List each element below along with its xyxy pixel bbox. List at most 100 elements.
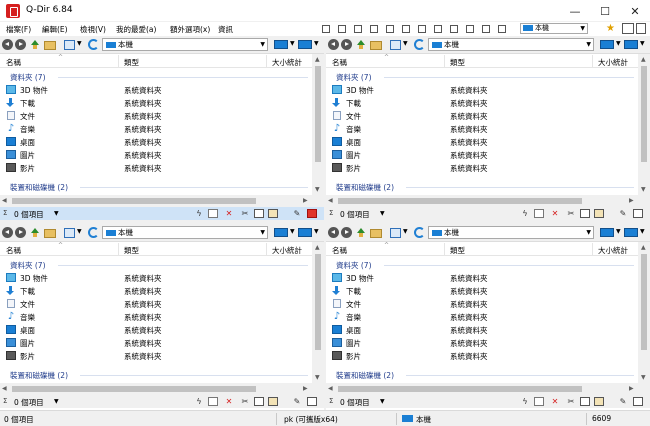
mail-icon[interactable] — [208, 397, 218, 406]
layout-9-icon[interactable] — [450, 25, 458, 33]
list-item[interactable]: 圖片 系統資料夾 — [326, 148, 638, 161]
back-icon[interactable] — [2, 227, 13, 238]
column-type[interactable]: 類型 — [450, 245, 465, 256]
horizontal-scrollbar[interactable]: ◀ ▶ — [326, 195, 638, 207]
column-size[interactable]: 大小統計 — [272, 245, 302, 256]
menu-favorites[interactable]: 我的最愛(a) — [116, 24, 156, 35]
chevron-down-icon[interactable]: ▼ — [640, 228, 645, 235]
column-separator[interactable] — [444, 55, 445, 67]
list-item[interactable]: ♪ 音樂 系統資料夾 — [326, 310, 638, 323]
list-item[interactable]: 文件 系統資料夾 — [326, 297, 638, 310]
column-size[interactable]: 大小統計 — [598, 245, 628, 256]
refresh-icon[interactable] — [88, 39, 99, 50]
list-item[interactable]: ♪ 音樂 系統資料夾 — [0, 310, 312, 323]
monitor-icon[interactable] — [274, 228, 288, 237]
chevron-down-icon[interactable]: ▼ — [616, 228, 621, 235]
chevron-down-icon[interactable]: ▼ — [380, 210, 385, 217]
lightning-icon[interactable]: ϟ — [194, 209, 204, 218]
refresh-icon[interactable] — [414, 227, 425, 238]
vertical-scrollbar[interactable]: ▲ ▼ — [638, 54, 650, 195]
monitor-icon[interactable] — [274, 40, 288, 49]
refresh-icon[interactable] — [414, 39, 425, 50]
scroll-right-icon[interactable]: ▶ — [303, 385, 308, 392]
star-icon[interactable]: ★ — [606, 23, 618, 34]
list-item[interactable]: 下載 系統資料夾 — [0, 96, 312, 109]
chevron-down-icon[interactable]: ▼ — [290, 228, 295, 235]
monitor-icon[interactable] — [624, 40, 638, 49]
paste-icon[interactable] — [594, 397, 604, 406]
sigma-icon[interactable]: Σ — [329, 397, 333, 405]
layout-4-icon[interactable] — [370, 25, 378, 33]
scroll-left-icon[interactable]: ◀ — [2, 385, 7, 392]
list-item[interactable]: 文件 系統資料夾 — [0, 297, 312, 310]
list-item[interactable]: 3D 物件 系統資料夾 — [326, 271, 638, 284]
scroll-thumb[interactable] — [315, 66, 321, 162]
layout-2-icon[interactable] — [338, 25, 346, 33]
delete-icon[interactable]: ✕ — [224, 209, 234, 218]
horizontal-scrollbar[interactable]: ◀ ▶ — [0, 383, 312, 395]
copy-icon[interactable] — [254, 397, 264, 406]
monitor-icon[interactable] — [600, 228, 614, 237]
menu-file[interactable]: 檔案(F) — [6, 24, 31, 35]
chevron-down-icon[interactable]: ▼ — [290, 40, 295, 47]
file-list[interactable]: 資料夾 (7) 3D 物件 系統資料夾 下載 系統資料夾 文件 系統資料夾 ♪ 音樂 系統… — [326, 256, 638, 383]
column-type[interactable]: 類型 — [450, 57, 465, 68]
column-separator[interactable] — [118, 243, 119, 255]
chevron-down-icon[interactable]: ▼ — [54, 398, 59, 405]
pane-toggle-icon[interactable] — [633, 397, 643, 406]
group-folders[interactable]: 資料夾 (7) — [10, 260, 46, 271]
location-select[interactable]: 本機 ▼ — [102, 226, 268, 239]
location-select[interactable]: 本機 ▼ — [428, 226, 594, 239]
maximize-button[interactable]: ☐ — [590, 0, 620, 22]
menu-view[interactable]: 檢視(V) — [80, 24, 106, 35]
list-item[interactable]: ♪ 音樂 系統資料夾 — [0, 122, 312, 135]
folder-icon[interactable] — [44, 41, 56, 50]
scroll-right-icon[interactable]: ▶ — [303, 197, 308, 204]
scroll-down-icon[interactable]: ▼ — [641, 186, 646, 193]
monitor-icon[interactable] — [298, 40, 312, 49]
pen-icon[interactable]: ✎ — [618, 397, 628, 406]
cut-icon[interactable]: ✂ — [566, 209, 576, 218]
scroll-left-icon[interactable]: ◀ — [328, 385, 333, 392]
mail-icon[interactable] — [534, 397, 544, 406]
location-select[interactable]: 本機 ▼ — [102, 38, 268, 51]
layout-3-icon[interactable] — [354, 25, 362, 33]
forward-icon[interactable] — [341, 227, 352, 238]
delete-icon[interactable]: ✕ — [550, 397, 560, 406]
scroll-up-icon[interactable]: ▲ — [641, 244, 646, 251]
pane-toggle-icon[interactable] — [307, 397, 317, 406]
list-item[interactable]: 影片 系統資料夾 — [0, 161, 312, 174]
list-item[interactable]: 桌面 系統資料夾 — [0, 135, 312, 148]
view-mode-icon[interactable] — [390, 228, 401, 238]
chevron-down-icon[interactable]: ▼ — [54, 210, 59, 217]
panel-icon[interactable] — [636, 23, 646, 34]
monitor-icon[interactable] — [298, 228, 312, 237]
file-list[interactable]: 資料夾 (7) 3D 物件 系統資料夾 下載 系統資料夾 文件 系統資料夾 ♪ 音樂 系統… — [326, 68, 638, 195]
window-icon[interactable] — [622, 23, 634, 34]
forward-icon[interactable] — [15, 227, 26, 238]
column-name[interactable]: 名稱 — [332, 245, 347, 256]
view-mode-icon[interactable] — [64, 40, 75, 50]
folder-icon[interactable] — [44, 229, 56, 238]
scroll-down-icon[interactable]: ▼ — [315, 186, 320, 193]
folder-icon[interactable] — [370, 41, 382, 50]
monitor-icon[interactable] — [624, 228, 638, 237]
group-drives[interactable]: 裝置和磁碟機 (2) — [336, 182, 394, 193]
scroll-thumb[interactable] — [338, 198, 582, 204]
copy-icon[interactable] — [254, 209, 264, 218]
file-list[interactable]: 資料夾 (7) 3D 物件 系統資料夾 下載 系統資料夾 文件 系統資料夾 ♪ 音樂 系統… — [0, 68, 312, 195]
paste-icon[interactable] — [268, 397, 278, 406]
pane-bottom-left[interactable]: ▼ 本機 ▼ ▼ ▼ ^ 名稱 類型 大小統計 資料夾 (7) 3D 物件 系統資… — [0, 224, 324, 408]
up-folder-icon[interactable] — [30, 39, 41, 50]
scroll-left-icon[interactable]: ◀ — [2, 197, 7, 204]
forward-icon[interactable] — [15, 39, 26, 50]
group-drives[interactable]: 裝置和磁碟機 (2) — [10, 182, 68, 193]
delete-icon[interactable]: ✕ — [550, 209, 560, 218]
cut-icon[interactable]: ✂ — [566, 397, 576, 406]
scroll-thumb[interactable] — [315, 254, 321, 350]
horizontal-scrollbar[interactable]: ◀ ▶ — [326, 383, 638, 395]
back-icon[interactable] — [328, 227, 339, 238]
scroll-right-icon[interactable]: ▶ — [629, 197, 634, 204]
list-item[interactable]: 影片 系統資料夾 — [0, 349, 312, 362]
list-item[interactable]: ♪ 音樂 系統資料夾 — [326, 122, 638, 135]
